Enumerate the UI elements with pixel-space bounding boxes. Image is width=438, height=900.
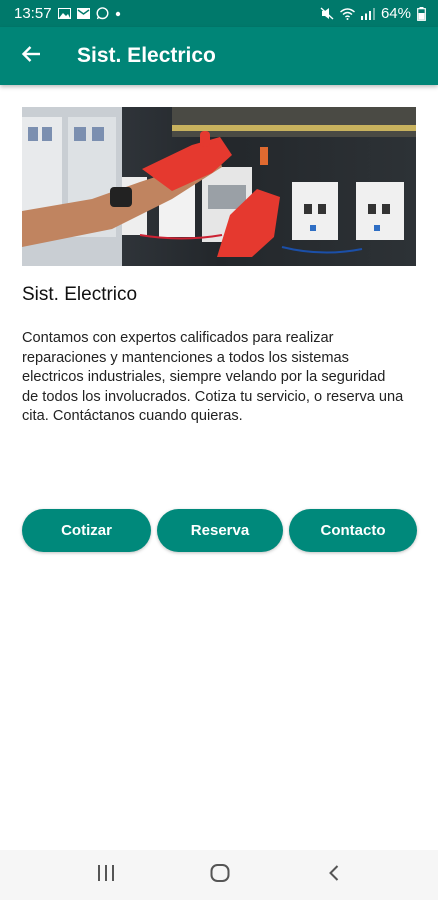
status-time: 13:57: [14, 5, 52, 22]
recents-button[interactable]: [71, 850, 141, 900]
home-button[interactable]: [185, 850, 255, 900]
signal-icon: [360, 7, 375, 20]
recents-icon: [97, 864, 115, 886]
status-left: 13:57: [14, 5, 121, 22]
service-description: Contamos con expertos calificados para r…: [22, 330, 404, 425]
battery-icon: [417, 6, 426, 21]
nav-back-button[interactable]: [299, 850, 369, 900]
action-buttons: Cotizar Reserva Contacto: [22, 509, 417, 552]
app-title: Sist. Electrico: [77, 44, 216, 67]
battery-percent: 64%: [380, 5, 411, 22]
status-bar: 13:57 64%: [0, 0, 438, 27]
app-bar: Sist. Electrico: [0, 27, 438, 85]
cotizar-button[interactable]: Cotizar: [22, 509, 151, 552]
dot-icon: [115, 11, 121, 17]
whatsapp-icon: [96, 7, 109, 20]
status-right: 64%: [320, 5, 426, 22]
hero-image: [22, 107, 416, 266]
home-icon: [210, 863, 230, 887]
wifi-icon: [340, 7, 355, 20]
contacto-button[interactable]: Contacto: [289, 509, 417, 552]
mute-icon: [320, 7, 334, 20]
back-icon: [329, 864, 339, 886]
arrow-left-icon: [21, 45, 41, 68]
system-nav-bar: [0, 850, 438, 900]
back-button[interactable]: [3, 27, 59, 85]
image-icon: [57, 8, 71, 19]
mail-icon: [76, 8, 90, 19]
reserva-button[interactable]: Reserva: [157, 509, 283, 552]
section-title: Sist. Electrico: [22, 284, 138, 305]
